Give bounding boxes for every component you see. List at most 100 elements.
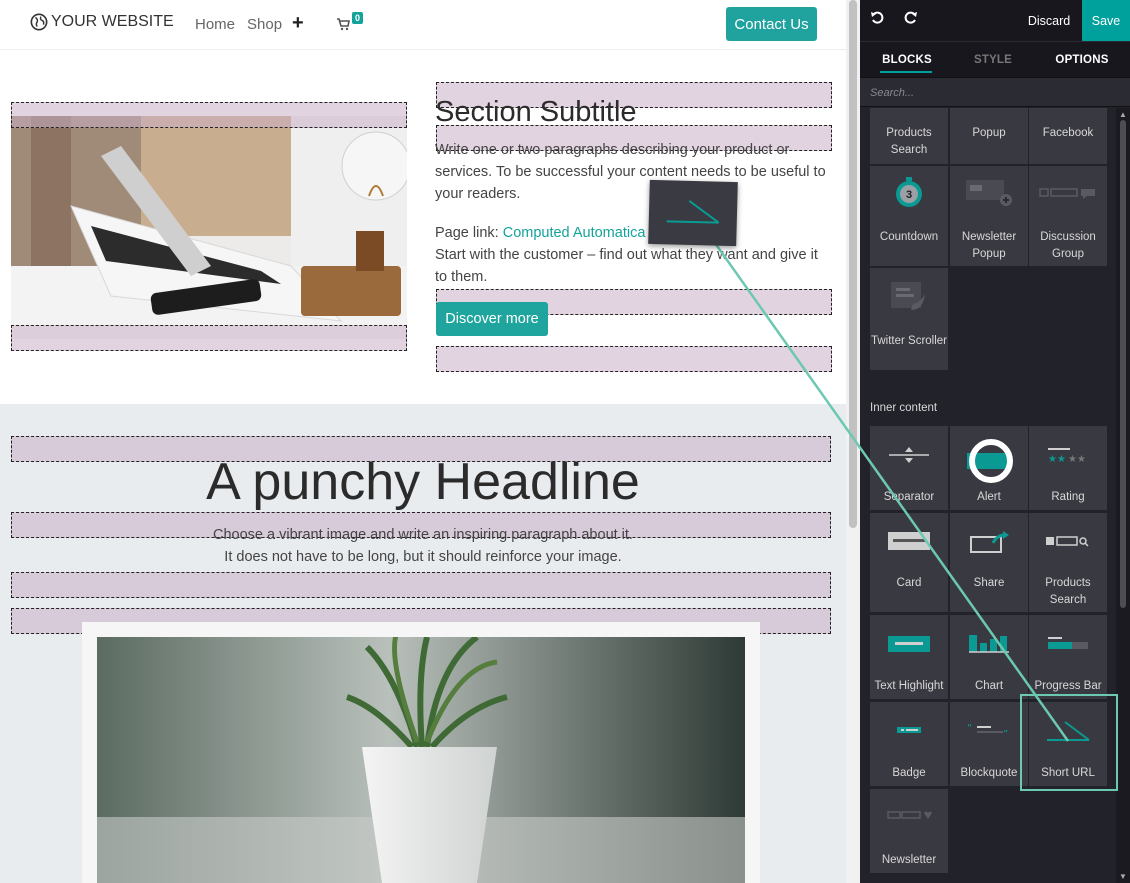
contact-us-button[interactable]: Contact Us	[726, 7, 817, 41]
page-scrollbar[interactable]	[846, 0, 860, 883]
undo-icon[interactable]	[870, 11, 884, 30]
block-label: Alert	[977, 491, 1001, 503]
laptop-desk-image	[11, 116, 407, 339]
tab-options[interactable]: OPTIONS	[1050, 42, 1114, 78]
discussion-group-icon	[1029, 186, 1107, 200]
editor-tabs: BLOCKS STYLE OPTIONS	[860, 41, 1130, 77]
save-button[interactable]: Save	[1082, 0, 1130, 41]
site-logo[interactable]: YOUR WEBSITE	[30, 13, 174, 31]
block-chart[interactable]: Chart	[950, 615, 1028, 699]
section-paragraph-2-text: Start with the customer – find out what …	[435, 247, 818, 285]
site-navbar: YOUR WEBSITE Home Shop + 0 Contact Us	[0, 0, 846, 50]
block-label: Discussion Group	[1040, 231, 1096, 260]
discard-button[interactable]: Discard	[1016, 0, 1082, 41]
editor-topbar: Discard Save	[860, 0, 1130, 41]
newsletter-popup-icon	[950, 178, 1028, 208]
nav-cart[interactable]: 0	[336, 12, 364, 31]
block-label: Blockquote	[960, 767, 1018, 779]
block-label: Separator	[883, 491, 935, 503]
nav-home[interactable]: Home	[195, 16, 235, 33]
block-label: Text Highlight	[874, 680, 944, 692]
block-facebook[interactable]: Facebook	[1029, 108, 1107, 164]
site-logo-text: YOUR WEBSITE	[51, 13, 174, 30]
section-paragraph-2[interactable]: Page link: Computed Automatica Start wit…	[435, 222, 830, 288]
section-subtitle[interactable]: Section Subtitle	[435, 96, 637, 129]
block-alert[interactable]: Alert	[950, 426, 1028, 510]
svg-text:3: 3	[906, 189, 912, 201]
globe-icon	[30, 13, 48, 31]
block-separator[interactable]: Separator	[870, 426, 948, 510]
block-label: Countdown	[879, 231, 939, 243]
page-scroll-thumb[interactable]	[849, 0, 857, 528]
twitter-scroller-icon	[870, 280, 948, 314]
block-blockquote[interactable]: “ ” Blockquote	[950, 702, 1028, 786]
card-icon	[870, 531, 948, 551]
block-products-search[interactable]: Products Search	[870, 108, 948, 164]
block-label: Products Search	[886, 127, 932, 156]
block-label: Badge	[892, 767, 926, 779]
countdown-icon: 3	[870, 176, 948, 210]
headline-description-line-1[interactable]: Choose a vibrant image and write an insp…	[0, 527, 846, 543]
block-text-highlight[interactable]: Text Highlight	[870, 615, 948, 699]
dragged-block-ghost[interactable]	[648, 179, 738, 247]
cart-icon	[337, 18, 350, 31]
chart-icon	[950, 633, 1028, 653]
block-label: Progress Bar	[1034, 680, 1102, 692]
block-label: Rating	[1051, 491, 1085, 503]
block-discussion-group[interactable]: Discussion Group	[1029, 166, 1107, 266]
newsletter-icon	[870, 809, 948, 821]
block-progress-bar[interactable]: Progress Bar	[1029, 615, 1107, 699]
section-paragraph[interactable]: Write one or two paragraphs describing y…	[435, 139, 830, 205]
block-label: Twitter Scroller	[870, 335, 948, 347]
drop-zone[interactable]	[11, 325, 407, 351]
block-badge[interactable]: Badge	[870, 702, 948, 786]
block-label: Products Search	[1045, 577, 1091, 606]
alert-icon	[950, 439, 1028, 483]
block-countdown[interactable]: 3 Countdown	[870, 166, 948, 266]
drop-zone[interactable]	[11, 102, 407, 128]
tab-style[interactable]: STYLE	[963, 42, 1023, 78]
drag-source-highlight	[1020, 694, 1118, 791]
block-rating[interactable]: ★★ ★★ Rating	[1029, 426, 1107, 510]
progress-bar-icon	[1029, 635, 1107, 651]
inner-content-heading: Inner content	[870, 402, 938, 414]
block-newsletter-popup[interactable]: Newsletter Popup	[950, 166, 1028, 266]
headline[interactable]: A punchy Headline	[0, 452, 846, 512]
scroll-down-arrow-icon[interactable]: ▼	[1119, 872, 1127, 881]
svg-text:“: “	[967, 723, 972, 734]
headline-description-line-2[interactable]: It does not have to be long, but it shou…	[0, 549, 846, 565]
website-preview: YOUR WEBSITE Home Shop + 0 Contact Us Se…	[0, 0, 860, 883]
redo-icon[interactable]	[904, 11, 918, 30]
block-search-input[interactable]	[870, 85, 1110, 101]
panel-scroll-thumb[interactable]	[1120, 120, 1126, 608]
drop-zone[interactable]	[11, 572, 831, 598]
plant-image	[97, 637, 745, 883]
block-popup[interactable]: Popup	[950, 108, 1028, 164]
block-search	[860, 77, 1130, 107]
page-link-prefix: Page link:	[435, 225, 503, 241]
svg-text:”: ”	[1003, 729, 1008, 738]
block-label: Card	[896, 577, 922, 589]
block-newsletter[interactable]: Newsletter	[870, 789, 948, 873]
block-card[interactable]: Card	[870, 513, 948, 612]
scroll-up-arrow-icon[interactable]: ▲	[1119, 110, 1127, 119]
block-label: Share	[973, 577, 1005, 589]
rating-icon: ★★ ★★	[1029, 446, 1107, 464]
svg-text:★★: ★★	[1048, 454, 1066, 464]
discover-more-button[interactable]: Discover more	[436, 302, 548, 336]
short-url-icon	[666, 200, 720, 224]
panel-scrollbar[interactable]: ▲ ▼	[1116, 108, 1130, 883]
block-label: Newsletter	[881, 854, 937, 866]
text-highlight-icon	[870, 635, 948, 653]
block-share[interactable]: Share	[950, 513, 1028, 612]
block-twitter-scroller[interactable]: Twitter Scroller	[870, 268, 948, 370]
separator-icon	[870, 446, 948, 464]
cart-count-badge: 0	[352, 12, 364, 24]
drop-zone[interactable]	[436, 346, 832, 372]
add-page-icon[interactable]: +	[292, 12, 304, 35]
badge-icon	[870, 726, 948, 734]
block-products-search-inner[interactable]: Products Search	[1029, 513, 1107, 612]
nav-shop[interactable]: Shop	[247, 16, 282, 33]
page-link[interactable]: Computed Automatica	[503, 225, 646, 241]
svg-text:★★: ★★	[1068, 454, 1086, 464]
